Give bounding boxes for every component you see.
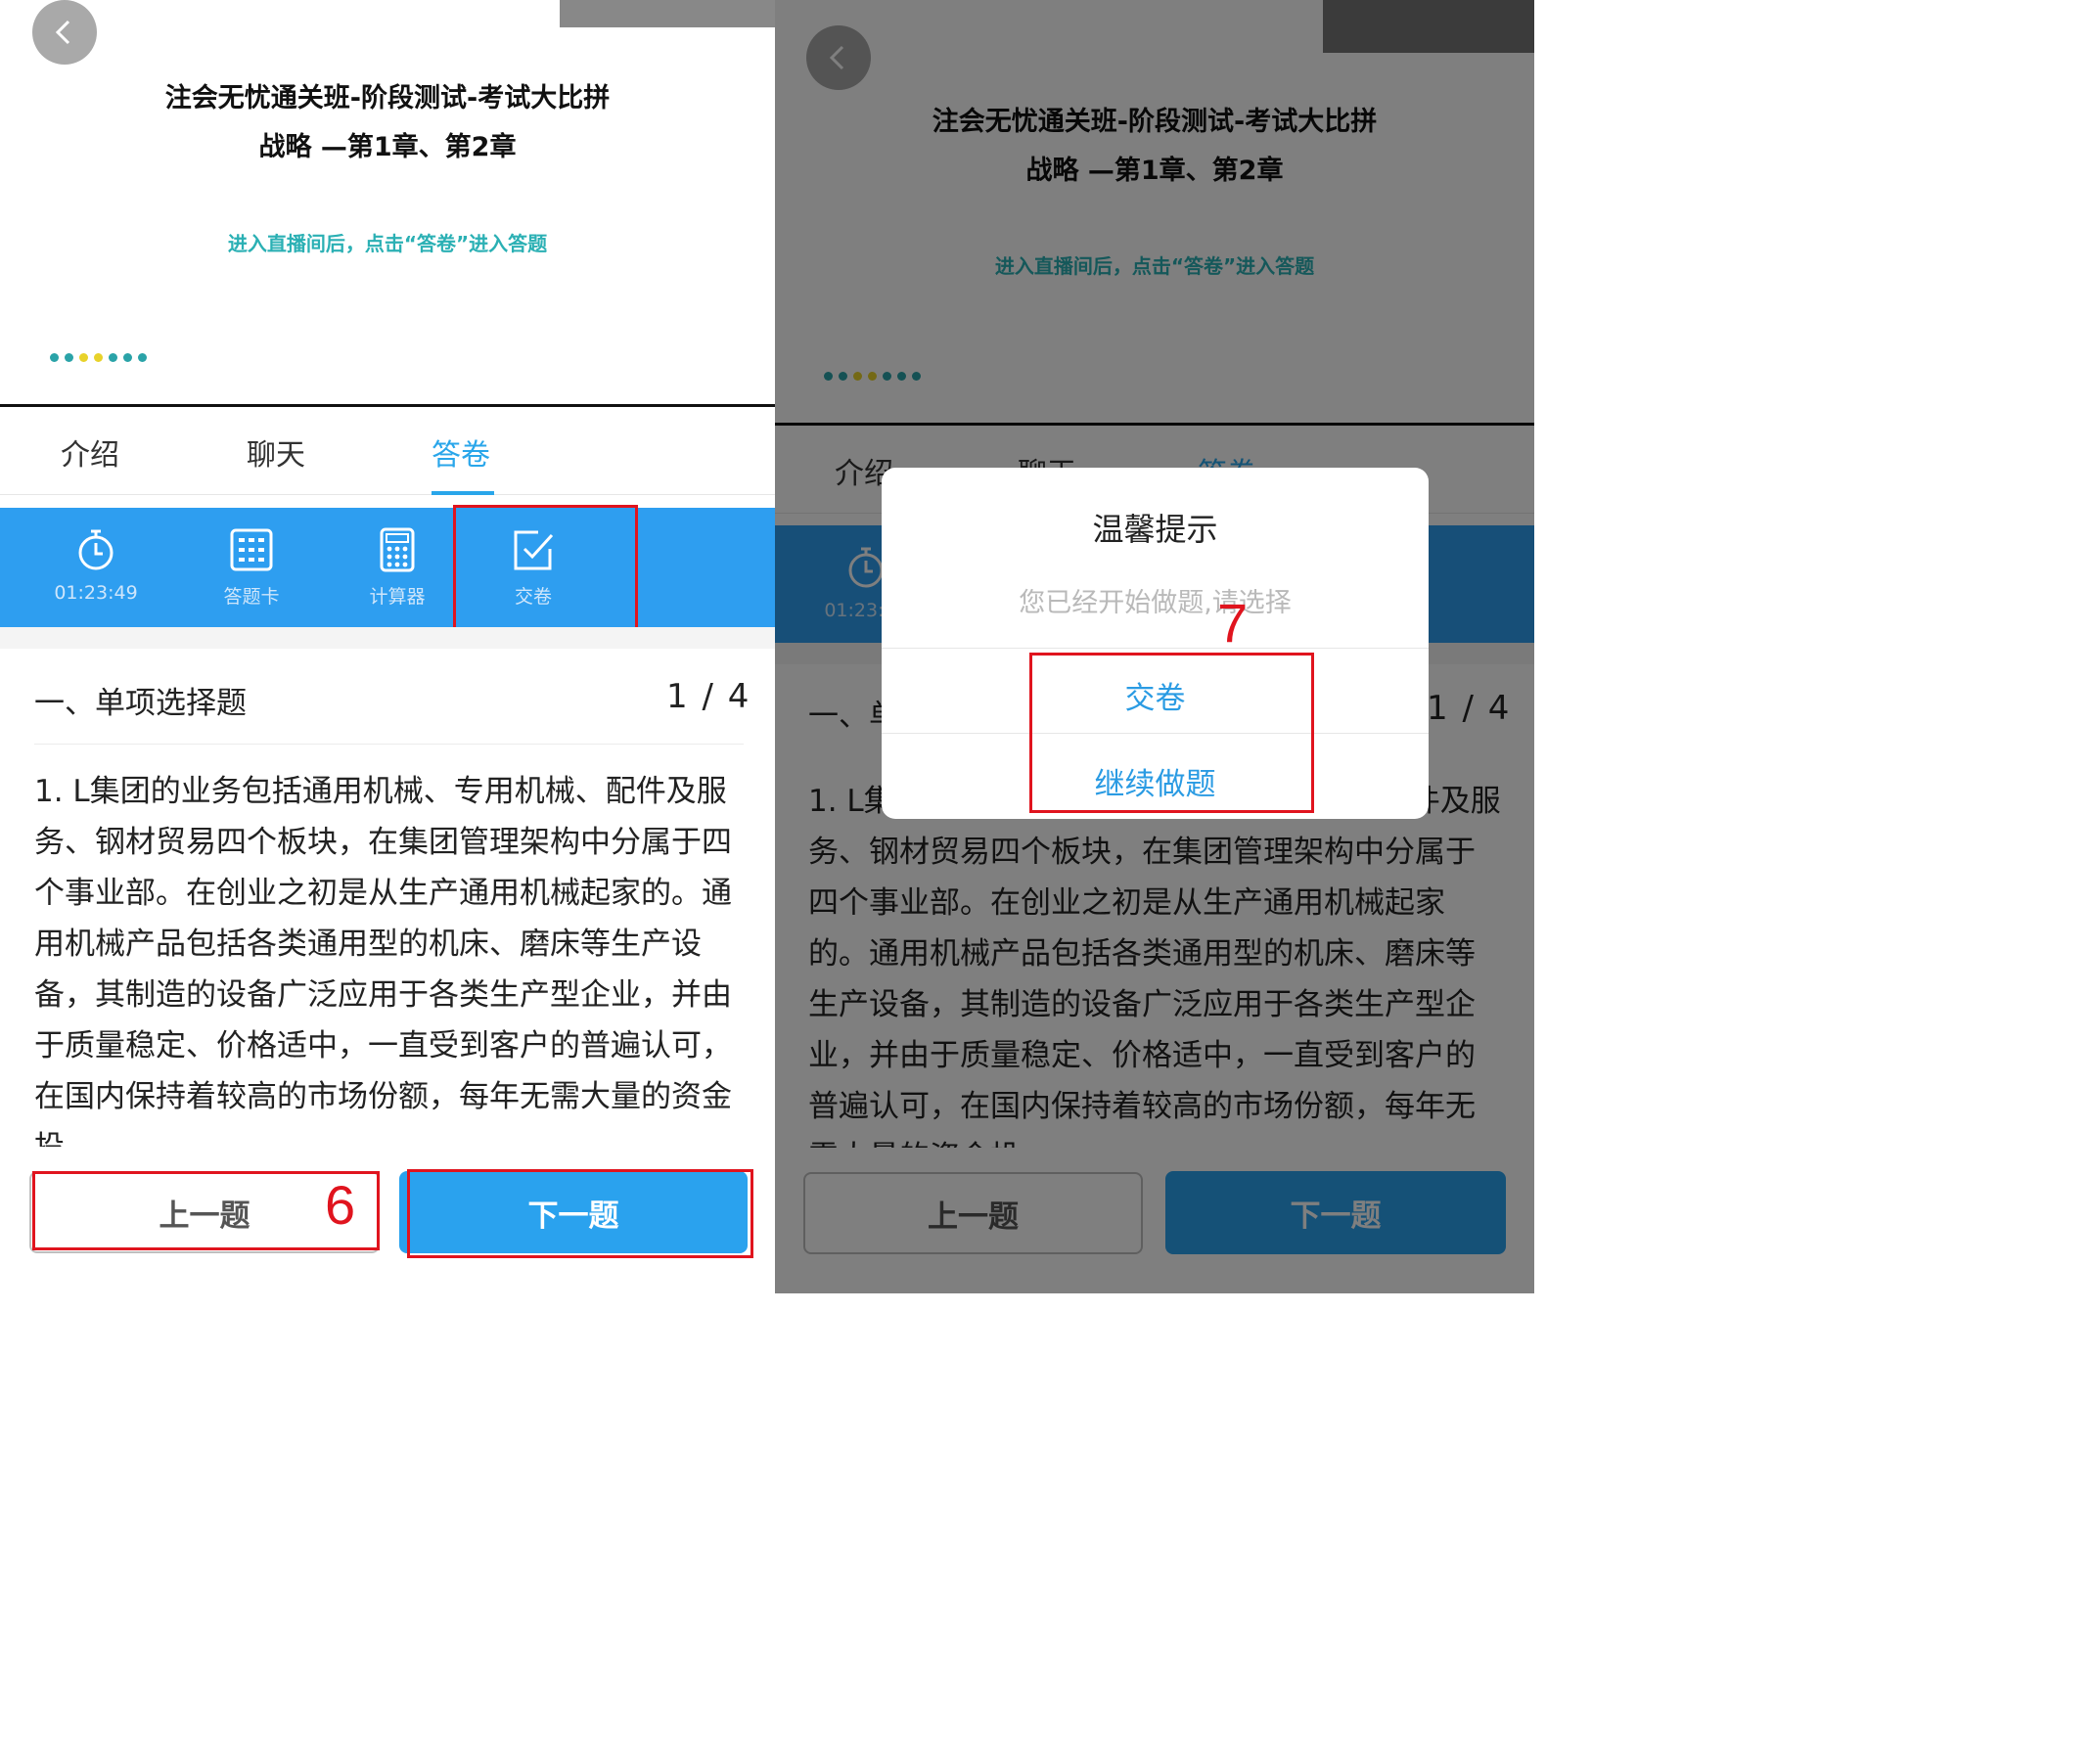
question-counter: 1 / 4 (666, 677, 751, 716)
tab-chat[interactable]: 聊天 (247, 430, 305, 474)
step-number-label: 6 (325, 1174, 356, 1236)
course-title: 注会无忧通关班-阶段测试-考试大比拼 (164, 83, 611, 113)
dialog-divider-top (882, 648, 1429, 649)
active-tab-indicator (432, 491, 494, 495)
step-number-label: 7 (1217, 592, 1249, 654)
calculator-button[interactable]: 计算器 (339, 508, 456, 627)
back-button[interactable] (32, 0, 97, 65)
section-gap (0, 627, 775, 649)
answer-card-icon (230, 528, 273, 571)
video-corner-bar (560, 0, 775, 27)
enter-hint: 进入直播间后，点击“答卷”进入答题 (227, 232, 548, 255)
stopwatch-icon (78, 529, 114, 570)
live-banner: 注会无忧通关班-阶段测试-考试大比拼 战略 —第1章、第2章 进入直播间后，点击… (0, 0, 775, 407)
highlight-next-button (407, 1169, 753, 1258)
timer-tool: 01:23:49 (37, 508, 155, 627)
screen-before: 注会无忧通关班-阶段测试-考试大比拼 战略 —第1章、第2章 进入直播间后，点击… (0, 0, 775, 1293)
dialog-message: 您已经开始做题,请选择 (1019, 588, 1292, 618)
calculator-icon (380, 527, 415, 572)
answer-card-button[interactable]: 答题卡 (193, 508, 310, 627)
loading-dots (50, 353, 147, 362)
answer-card-label: 答题卡 (223, 586, 280, 608)
question-divider (34, 744, 744, 745)
timer-value: 01:23:49 (54, 582, 138, 604)
exam-toolbar: 01:23:49 答题卡 计算器 交卷 (0, 508, 775, 627)
course-subtitle: 战略 —第1章、第2章 (258, 132, 517, 162)
dialog-title: 温馨提示 (1092, 511, 1218, 548)
question-stem: 1. L集团的业务包括通用机械、专用机械、配件及服务、钢材贸易四个板块，在集团管… (34, 774, 732, 1147)
chevron-left-icon (55, 20, 70, 45)
highlight-submit-tool (453, 505, 638, 633)
question-section-title: 一、单项选择题 (34, 686, 247, 721)
calculator-label: 计算器 (369, 586, 426, 608)
tab-bar: 介绍 聊天 答卷 (0, 407, 775, 495)
highlight-dialog-actions (1029, 653, 1314, 813)
tab-intro[interactable]: 介绍 (61, 430, 119, 474)
screen-after: 注会无忧通关班-阶段测试-考试大比拼 战略 —第1章、第2章 进入直播间后，点击… (775, 0, 1534, 1293)
tab-answer[interactable]: 答卷 (432, 430, 490, 474)
